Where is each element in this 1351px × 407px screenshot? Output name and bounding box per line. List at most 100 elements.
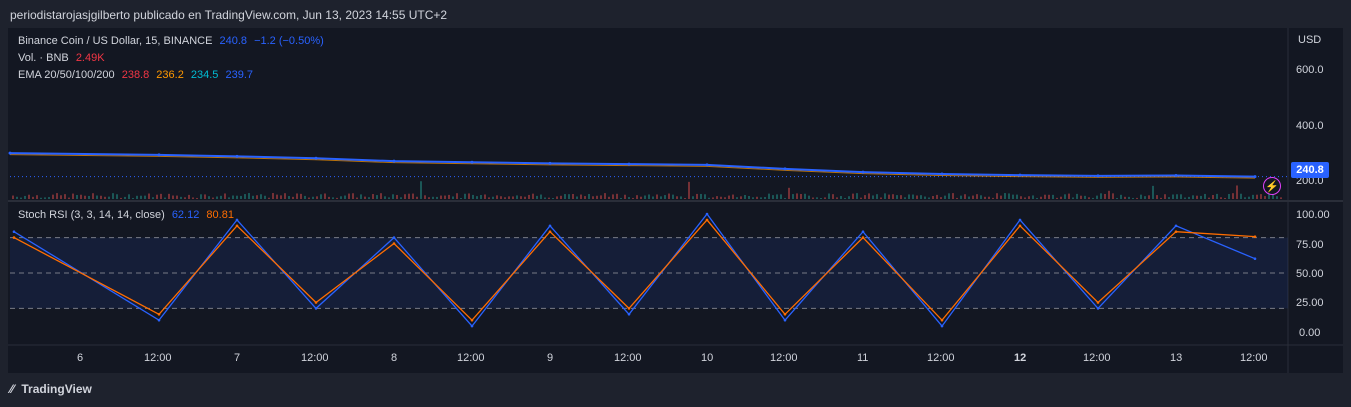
volume-bar (340, 196, 342, 199)
volume-bar (1208, 197, 1210, 199)
volume-bar (436, 196, 438, 199)
volume-bar (1112, 193, 1114, 199)
volume-bar (1192, 195, 1194, 199)
volume-bar (480, 195, 482, 199)
volume-bar (444, 195, 446, 199)
price-point (1096, 174, 1100, 178)
chart-canvas[interactable] (0, 0, 1351, 407)
volume-bar (228, 197, 230, 199)
volume-bar (832, 194, 834, 199)
stochrsi-legend[interactable]: Stoch RSI (3, 3, 14, 14, close) 62.12 80… (18, 209, 234, 221)
volume-bar (1160, 197, 1162, 199)
volume-bar (552, 197, 554, 199)
volume-bar (932, 195, 934, 199)
alert-bolt-icon[interactable]: ⚡ (1263, 177, 1281, 195)
volume-bar (424, 195, 426, 199)
volume-bar (1188, 196, 1190, 199)
volume-bar (148, 193, 150, 199)
volume-bar (244, 194, 246, 199)
volume-bar (380, 193, 382, 199)
footer-brand[interactable]: ⁄⁄ TradingView (10, 382, 92, 396)
volume-bar (620, 197, 622, 199)
volume-bar (1080, 195, 1082, 199)
volume-bar (664, 195, 666, 199)
volume-bar (992, 197, 994, 199)
volume-bar (608, 196, 610, 199)
stochrsi-d-point (314, 301, 318, 304)
volume-bar (404, 194, 406, 199)
stochrsi-d-point (1253, 235, 1257, 238)
tradingview-logo-icon: ⁄⁄ (10, 382, 15, 396)
stochrsi-k-point (705, 212, 709, 216)
volume-bar (328, 196, 330, 199)
time-tick: 10 (701, 352, 714, 364)
stochrsi-k-point (314, 307, 318, 310)
volume-bar (732, 194, 734, 199)
volume-bar (420, 181, 422, 199)
volume-bar (232, 195, 234, 199)
stochrsi-label: Stoch RSI (3, 3, 14, 14, close) (18, 209, 165, 221)
volume-bar (452, 196, 454, 199)
volume-bar (616, 193, 618, 199)
volume-bar (848, 196, 850, 199)
volume-bar (736, 197, 738, 199)
volume-bar (376, 195, 378, 199)
volume-bar (764, 197, 766, 199)
volume-bar (952, 193, 954, 199)
volume-legend[interactable]: Vol. · BNB 2.49K (18, 52, 105, 64)
volume-bar (1180, 194, 1182, 199)
volume-bar (188, 194, 190, 199)
volume-bar (648, 194, 650, 199)
volume-bar (344, 195, 346, 199)
volume-bar (1136, 197, 1138, 199)
volume-bar (348, 193, 350, 199)
volume-bar (276, 194, 278, 199)
volume-bar (312, 196, 314, 199)
time-tick: 12:00 (301, 352, 329, 364)
volume-bar (1052, 194, 1054, 199)
volume-bar (1164, 194, 1166, 199)
price-point (8, 151, 12, 155)
volume-bar (756, 196, 758, 199)
volume-bar (100, 195, 102, 199)
ema20-value: 238.8 (121, 69, 150, 81)
volume-bar (612, 194, 614, 199)
volume-bar (360, 194, 362, 199)
volume-bar (600, 195, 602, 199)
stochrsi-d-value: 80.81 (206, 209, 234, 221)
volume-bar (184, 197, 186, 199)
symbol-legend[interactable]: Binance Coin / US Dollar, 15, BINANCE 24… (18, 35, 324, 47)
volume-bar (416, 196, 418, 199)
volume-bar (1196, 195, 1198, 199)
volume-bar (980, 195, 982, 199)
volume-bar (1020, 196, 1022, 199)
volume-bar (240, 195, 242, 199)
volume-bar (624, 194, 626, 199)
stochrsi-d-point (861, 236, 865, 239)
ema-legend[interactable]: EMA 20/50/100/200 238.8 236.2 234.5 239.… (18, 69, 253, 81)
volume-bar (1212, 195, 1214, 199)
volume-bar (996, 193, 998, 199)
volume-bar (136, 195, 138, 199)
volume-bar (572, 194, 574, 199)
volume-bar (1204, 193, 1206, 199)
volume-bar (820, 197, 822, 199)
volume-bar (332, 197, 334, 199)
volume-bar (748, 195, 750, 199)
volume-bar (640, 196, 642, 199)
price-point (392, 159, 396, 163)
volume-bar (1064, 194, 1066, 199)
volume-bar (1072, 197, 1074, 199)
stochrsi-d-point (12, 236, 16, 239)
volume-bar (1088, 197, 1090, 199)
volume-bar (484, 194, 486, 199)
time-tick: 13 (1170, 352, 1183, 364)
volume-bar (768, 193, 770, 199)
volume-bar (1116, 197, 1118, 199)
volume-bar (604, 193, 606, 199)
stochrsi-k-point (1174, 224, 1178, 228)
stochrsi-k-point (548, 224, 552, 228)
volume-bar (24, 195, 26, 199)
stochrsi-k-point (1018, 218, 1022, 222)
volume-bar (880, 197, 882, 199)
